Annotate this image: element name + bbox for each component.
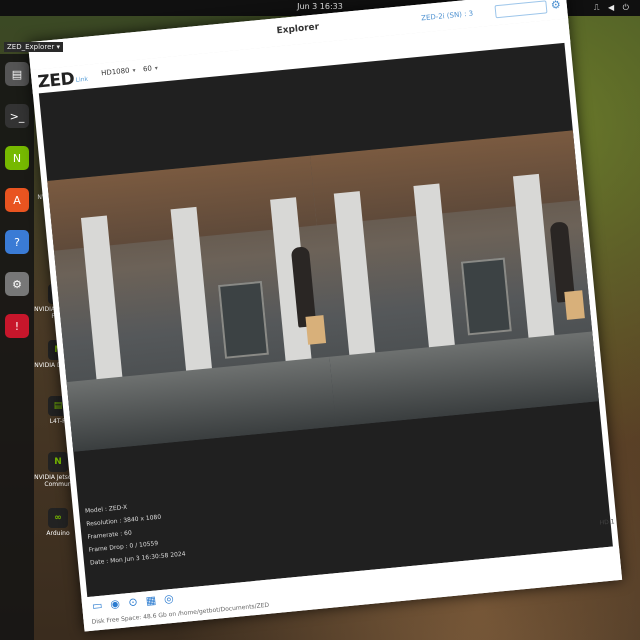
help-icon[interactable]: ? — [5, 230, 29, 254]
clock[interactable]: Jun 3 16:33 — [297, 2, 343, 11]
chevron-down-icon: ▾ — [154, 64, 159, 73]
fps-value: 60 — [142, 64, 153, 74]
update-icon[interactable]: ! — [5, 314, 29, 338]
chevron-down-icon: ▾ — [132, 67, 136, 75]
system-tray[interactable]: ⎍ ◀ ⏻ — [594, 3, 632, 13]
resolution-select[interactable]: HD1080 ▾ — [100, 66, 136, 78]
active-app-menu[interactable]: ZED_Explorer ▾ — [4, 42, 63, 52]
dock: ▤ >_ N A? ⚙! — [0, 54, 34, 640]
files-icon[interactable]: ▤ — [5, 62, 29, 86]
folder-icon[interactable]: ▭ — [90, 599, 105, 614]
zed-logo: ZED — [36, 69, 76, 93]
record-icon[interactable]: ◉ — [108, 597, 123, 612]
video-viewport[interactable]: Model : ZED-X Resolution : 3840 x 1080 F… — [38, 42, 613, 598]
side-info: HD 1 — [599, 518, 615, 527]
gear-icon[interactable]: ⚙ — [550, 0, 561, 12]
stream-icon[interactable]: ⊙ — [125, 595, 140, 610]
settings-icon[interactable]: ⚙ — [5, 272, 29, 296]
camera-info-overlay: Model : ZED-X Resolution : 3840 x 1080 F… — [84, 496, 186, 570]
bag — [564, 290, 585, 320]
bag — [305, 315, 327, 345]
desktop: Jun 3 16:33 ⎍ ◀ ⏻ ZED_Explorer ▾ ▤ >_ N A? ⚙… — [0, 0, 640, 640]
door — [460, 257, 512, 336]
left-image — [47, 155, 337, 452]
right-image — [310, 130, 599, 427]
zed-logo-sub: Link — [75, 75, 89, 84]
desktop-icon-glyph: N — [48, 452, 68, 472]
software-icon[interactable]: A — [5, 188, 29, 212]
snapshot-icon[interactable]: ◎ — [161, 592, 176, 607]
depth-icon[interactable]: ▦ — [143, 593, 158, 608]
door — [218, 280, 269, 359]
fps-select[interactable]: 60 ▾ — [143, 64, 159, 73]
terminal-icon[interactable]: >_ — [5, 104, 29, 128]
explorer-window: Explorer ZED Link HD1080 ▾ 60 ▾ ZED-2i (SN… — [27, 0, 623, 632]
desktop-icon-glyph: ∞ — [48, 508, 68, 528]
resolution-value: HD1080 — [100, 66, 130, 78]
nvidia-icon[interactable]: N — [5, 146, 29, 170]
stereo-frame — [47, 130, 599, 452]
